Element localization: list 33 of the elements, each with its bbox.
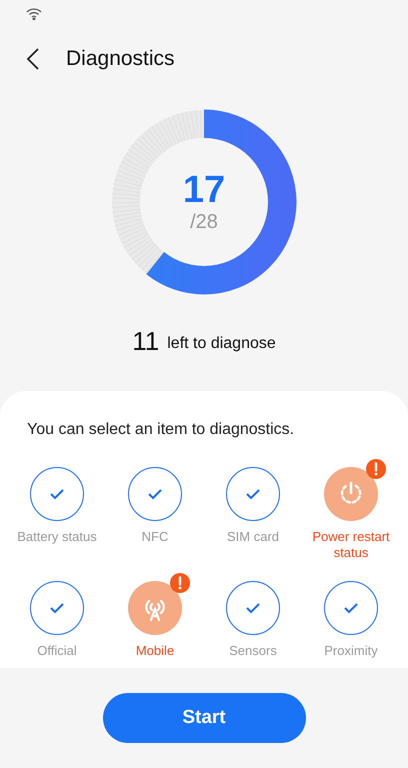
check-icon	[245, 488, 261, 500]
item-label: Battery status	[17, 529, 97, 545]
alert-icon	[366, 459, 386, 479]
item-label: Mobile	[136, 643, 174, 659]
check-icon	[245, 602, 261, 614]
start-button[interactable]: Start	[102, 693, 306, 743]
diagnostic-item-button[interactable]	[324, 581, 378, 635]
remaining-count: 11	[132, 327, 160, 355]
page-title: Diagnostics	[66, 46, 175, 72]
diagnostic-item-button[interactable]	[324, 467, 378, 521]
back-icon	[26, 48, 40, 70]
wifi-icon	[26, 8, 42, 20]
check-icon	[343, 602, 359, 614]
item-label: Official	[37, 643, 77, 659]
diagnostic-item-button[interactable]	[30, 581, 84, 635]
diagnostic-item-button[interactable]	[226, 467, 280, 521]
instruction-text: You can select an item to diagnostics.	[26, 420, 296, 440]
diagnostic-item-button[interactable]	[226, 581, 280, 635]
item-label: NFC	[142, 529, 168, 545]
alert-icon	[170, 573, 190, 593]
diagnostic-item-button[interactable]	[128, 581, 182, 635]
diagnostic-item-button[interactable]	[30, 467, 84, 521]
check-icon	[49, 602, 65, 614]
diagnostic-item-button[interactable]	[128, 467, 182, 521]
item-label: Power restart status	[311, 529, 391, 561]
item-label: SIM card	[226, 529, 279, 545]
completed-count: 17	[182, 170, 226, 210]
check-icon	[147, 488, 163, 500]
remaining-label: left to diagnose	[167, 334, 276, 354]
item-label: Proximity	[324, 643, 378, 659]
check-icon	[49, 488, 65, 500]
item-label: Sensors	[229, 643, 277, 659]
total-count: /28	[190, 210, 218, 234]
